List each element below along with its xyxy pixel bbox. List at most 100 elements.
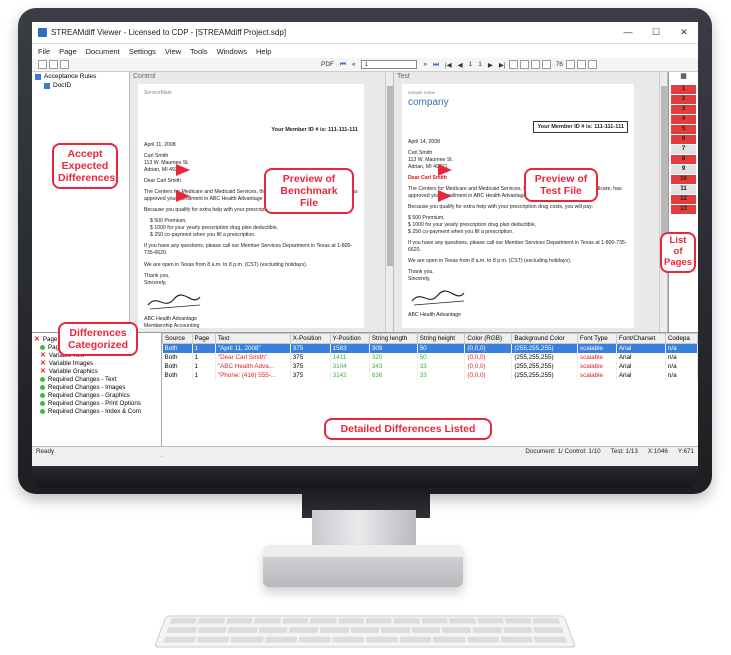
- keyboard: [153, 615, 577, 648]
- table-row[interactable]: Both 1 "ABC Health Adva... 375 3104 343 33 (0,0…: [162, 362, 698, 371]
- column-header[interactable]: Text: [214, 333, 291, 344]
- menu-help[interactable]: Help: [256, 47, 271, 56]
- column-header[interactable]: Codepa: [664, 333, 698, 344]
- page-list-item[interactable]: 1: [671, 85, 696, 94]
- callout-listed: Detailed Differences Listed: [324, 418, 492, 441]
- table-cell: (255,255,255): [511, 353, 578, 362]
- column-header[interactable]: Page: [191, 333, 216, 344]
- category-item[interactable]: Required Changes - Text: [34, 375, 159, 383]
- page-list-item[interactable]: 7: [671, 145, 696, 154]
- column-header[interactable]: String height: [416, 333, 466, 344]
- control-pane: Control ServiceMark Your Member ID # is:…: [130, 72, 394, 332]
- diff-select[interactable]: 1: [361, 60, 418, 69]
- table-cell: 1: [192, 353, 216, 362]
- table-cell: n/a: [665, 362, 698, 371]
- column-header[interactable]: X-Position: [289, 333, 331, 344]
- category-item[interactable]: Required Changes - Print Options: [34, 399, 159, 407]
- page-list-item[interactable]: 2: [671, 95, 696, 104]
- table-cell: 375: [290, 362, 331, 371]
- tree-docid[interactable]: DocID: [32, 81, 129, 90]
- open-icon[interactable]: [49, 60, 58, 69]
- status-test: Test: 1/13: [610, 448, 638, 455]
- settings-icon[interactable]: [60, 60, 69, 69]
- category-item-label: Required Changes - Graphics: [48, 391, 130, 399]
- category-item[interactable]: Required Changes - Graphics: [34, 391, 159, 399]
- prev-diff-icon[interactable]: «: [352, 61, 356, 68]
- minimize-button[interactable]: —: [614, 27, 642, 38]
- table-row[interactable]: Both 1 "Phone: (416) 555-... 375 3142 636 33 (0…: [162, 371, 698, 380]
- fit-icon[interactable]: [587, 60, 597, 69]
- column-header[interactable]: Y-Position: [329, 333, 370, 344]
- last-diff-icon[interactable]: ⏭: [433, 61, 439, 69]
- table-row[interactable]: Both 1 "April 11, 2008" 375 1583 309 50 (0,0,0)…: [162, 343, 698, 353]
- page-list-item[interactable]: 9: [671, 165, 696, 174]
- page-total: 1: [478, 61, 482, 68]
- two-page-icon[interactable]: [576, 60, 586, 69]
- category-item[interactable]: Required Changes - Images: [34, 383, 159, 391]
- error-x-icon: ✕: [40, 352, 46, 359]
- table-cell: (0,0,0): [464, 362, 513, 371]
- next-page-icon[interactable]: ▶: [488, 61, 493, 69]
- zoom-out-icon[interactable]: [541, 60, 551, 69]
- category-item-label: Variable Graphics: [48, 367, 98, 375]
- page-list-item[interactable]: 8: [671, 155, 696, 164]
- new-icon[interactable]: [38, 60, 47, 69]
- control-item-3: $ 250 co-payment when you fill a prescri…: [150, 232, 256, 239]
- menu-view[interactable]: View: [165, 47, 181, 56]
- maximize-button[interactable]: ☐: [642, 27, 670, 38]
- page-list-item[interactable]: 5: [671, 125, 696, 134]
- menu-windows[interactable]: Windows: [217, 47, 247, 56]
- window-controls: — ☐ ✕: [614, 27, 698, 38]
- page-list-item[interactable]: 4: [671, 115, 696, 124]
- column-header[interactable]: Font/Charset: [615, 333, 666, 344]
- prev-page-icon[interactable]: ◀: [458, 61, 463, 69]
- table-row[interactable]: Both 1 "Dear Carl Smith" 375 1411 320 50 (0,0,0…: [162, 353, 698, 362]
- error-x-icon: ✕: [40, 368, 46, 375]
- test-scrollbar[interactable]: [659, 72, 667, 332]
- page-list-item[interactable]: 13: [671, 205, 696, 214]
- control-item-2: $ 1000 for your yearly prescription drug…: [150, 225, 279, 232]
- menu-document[interactable]: Document: [86, 47, 120, 56]
- control-scroll-thumb[interactable]: [387, 86, 393, 266]
- column-header[interactable]: Font Type: [576, 333, 617, 344]
- menu-settings[interactable]: Settings: [129, 47, 156, 56]
- menu-page[interactable]: Page: [59, 47, 77, 56]
- table-cell: scalable: [577, 362, 617, 371]
- close-button[interactable]: ✕: [670, 27, 698, 38]
- pdf-button[interactable]: PDF: [321, 61, 334, 68]
- category-item-label: Required Changes - Index & Com: [48, 407, 141, 415]
- control-scrollbar[interactable]: [385, 72, 393, 332]
- category-item[interactable]: ✕ Variable Graphics: [34, 367, 159, 376]
- page-list-item[interactable]: 3: [671, 105, 696, 114]
- menu-tools[interactable]: Tools: [190, 47, 208, 56]
- column-header[interactable]: Background Color: [511, 333, 578, 344]
- column-header[interactable]: Color (RGB): [464, 333, 513, 344]
- page-list-item[interactable]: 6: [671, 135, 696, 144]
- next-diff-icon[interactable]: »: [423, 61, 427, 68]
- zoom-level[interactable]: 76: [556, 61, 563, 68]
- page-list-item[interactable]: 11: [671, 185, 696, 194]
- column-header[interactable]: Source: [162, 333, 193, 344]
- first-diff-icon[interactable]: ⏮: [340, 61, 346, 69]
- table-cell: 33: [417, 371, 466, 380]
- page-number[interactable]: 1: [469, 61, 473, 68]
- callout-benchmark: Preview of Benchmark File: [264, 168, 354, 215]
- table-cell: 1: [192, 362, 216, 371]
- category-item[interactable]: Required Changes - Index & Com: [34, 407, 159, 415]
- table-cell: 636: [369, 371, 418, 380]
- single-page-icon[interactable]: [565, 60, 575, 69]
- zoom-in-icon[interactable]: [530, 60, 540, 69]
- category-item[interactable]: ✕ Variable Images: [34, 359, 159, 368]
- page-list-item[interactable]: 10: [671, 175, 696, 184]
- first-page-icon[interactable]: |◀: [445, 61, 452, 69]
- app-icon: [38, 28, 47, 37]
- tree-root[interactable]: Acceptance Rules: [32, 72, 129, 81]
- ok-dot-icon: [40, 392, 45, 398]
- overlay-icon[interactable]: [519, 60, 529, 69]
- menu-file[interactable]: File: [38, 47, 50, 56]
- compare-icon[interactable]: [508, 60, 518, 69]
- page-list-item[interactable]: 12: [671, 195, 696, 204]
- column-header[interactable]: String length: [368, 333, 418, 344]
- last-page-icon[interactable]: ▶|: [499, 61, 506, 69]
- ok-dot-icon: [40, 408, 45, 414]
